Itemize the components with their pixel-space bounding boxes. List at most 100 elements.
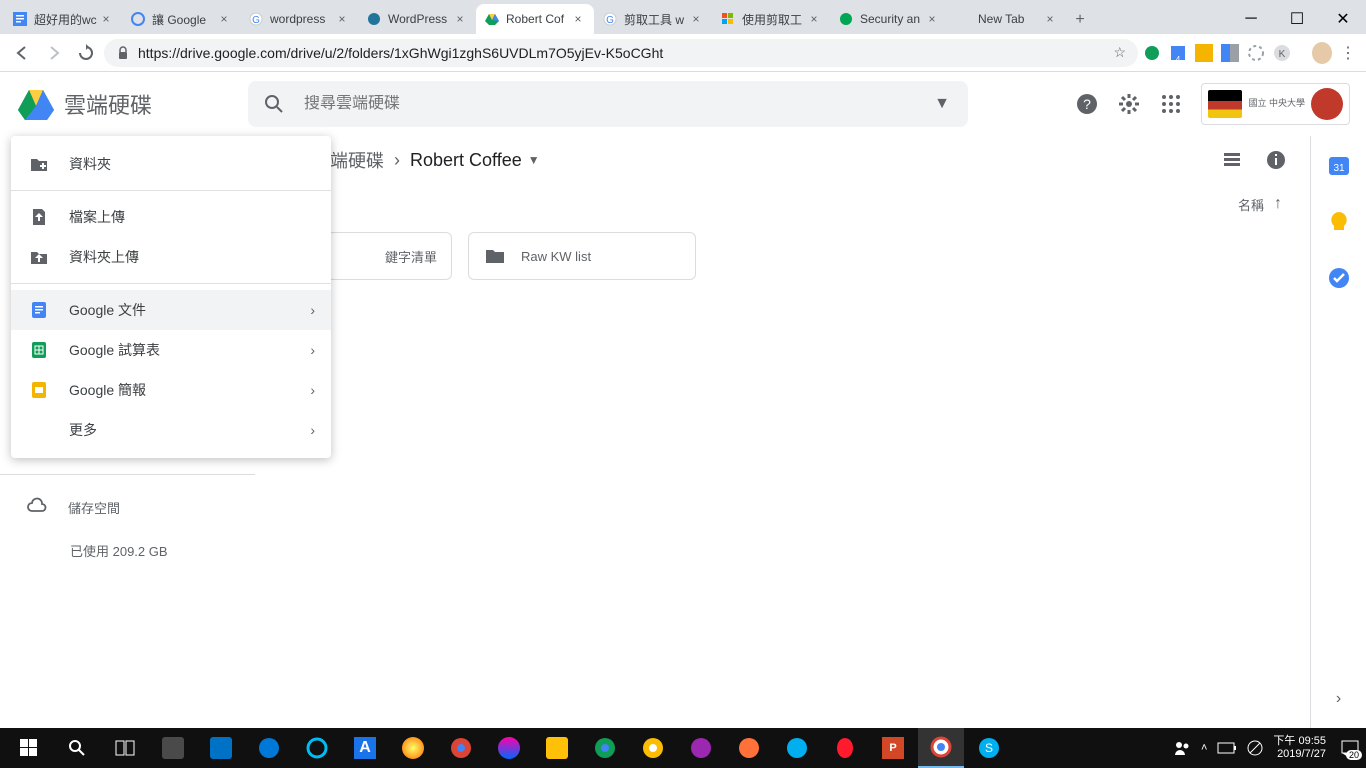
taskbar-app-skype[interactable]: [774, 728, 820, 768]
column-header-name[interactable]: 名稱: [1238, 195, 1264, 214]
menu-label: Google 文件: [69, 300, 146, 320]
drive-logo[interactable]: 雲端硬碟: [16, 84, 152, 124]
extension-icon[interactable]: 4: [1168, 43, 1188, 63]
organization-chip[interactable]: 國立 中央大學: [1201, 83, 1350, 125]
notifications-button[interactable]: 20: [1340, 738, 1360, 758]
google-icon: G: [248, 11, 264, 27]
menu-new-folder[interactable]: 資料夾: [11, 144, 331, 184]
taskbar-app-skype[interactable]: S: [966, 728, 1012, 768]
star-icon[interactable]: ☆: [1113, 44, 1126, 61]
taskbar-clock[interactable]: 下午 09:55 2019/7/27: [1273, 735, 1330, 761]
menu-label: 資料夾: [69, 154, 111, 174]
taskbar-app[interactable]: [534, 728, 580, 768]
search-button[interactable]: [54, 728, 100, 768]
tasks-icon[interactable]: [1327, 266, 1351, 290]
menu-file-upload[interactable]: 檔案上傳: [11, 197, 331, 237]
info-button[interactable]: [1266, 150, 1286, 170]
menu-google-slides[interactable]: Google 簡報 ›: [11, 370, 331, 410]
keep-icon[interactable]: [1327, 210, 1351, 234]
taskbar-app[interactable]: [486, 728, 532, 768]
search-input[interactable]: [304, 95, 930, 113]
close-icon[interactable]: ×: [688, 11, 704, 27]
tab-6[interactable]: 使用剪取工 ×: [712, 4, 830, 34]
tab-5[interactable]: G 剪取工具 w ×: [594, 4, 712, 34]
close-icon[interactable]: ×: [452, 11, 468, 27]
tab-title: wordpress: [270, 12, 334, 26]
folder-icon: [483, 244, 507, 268]
new-tab-button[interactable]: +: [1066, 6, 1094, 34]
extension-icon[interactable]: [1142, 43, 1162, 63]
people-icon[interactable]: [1173, 739, 1191, 757]
apps-button[interactable]: [1159, 92, 1183, 116]
tray-stop-icon[interactable]: [1247, 740, 1263, 756]
task-view-button[interactable]: [102, 728, 148, 768]
taskbar-app-chrome-active[interactable]: [918, 728, 964, 768]
tab-8[interactable]: New Tab ×: [948, 4, 1066, 34]
tab-4-active[interactable]: Robert Cof ×: [476, 4, 594, 34]
chevron-right-icon: ›: [394, 150, 400, 171]
taskbar-app[interactable]: A: [342, 728, 388, 768]
menu-google-sheets[interactable]: Google 試算表 ›: [11, 330, 331, 370]
close-icon[interactable]: ×: [98, 11, 114, 27]
taskbar-app-canary[interactable]: [630, 728, 676, 768]
reload-button[interactable]: [72, 39, 100, 67]
breadcrumb-parent[interactable]: 端硬碟: [330, 147, 384, 173]
tab-0[interactable]: 超好用的wc ×: [4, 4, 122, 34]
menu-icon[interactable]: ⋮: [1338, 43, 1358, 63]
account-avatar[interactable]: [1311, 88, 1343, 120]
back-button[interactable]: [8, 39, 36, 67]
taskbar-app[interactable]: [678, 728, 724, 768]
avatar-icon[interactable]: [1312, 43, 1332, 63]
search-bar[interactable]: ▼: [248, 81, 968, 127]
translate-icon[interactable]: [1220, 43, 1240, 63]
close-icon[interactable]: ×: [924, 11, 940, 27]
calendar-icon[interactable]: 31: [1327, 154, 1351, 178]
sidebar-item-storage[interactable]: 儲存空間: [0, 487, 255, 527]
close-window-button[interactable]: ✕: [1320, 4, 1366, 34]
tab-2[interactable]: G wordpress ×: [240, 4, 358, 34]
close-icon[interactable]: ×: [806, 11, 822, 27]
tab-3[interactable]: WordPress ×: [358, 4, 476, 34]
taskbar-app-ie[interactable]: [294, 728, 340, 768]
menu-google-docs[interactable]: Google 文件 ›: [11, 290, 331, 330]
maximize-button[interactable]: ☐: [1274, 4, 1320, 34]
taskbar-app-chrome[interactable]: [438, 728, 484, 768]
help-button[interactable]: ?: [1075, 92, 1099, 116]
tab-1[interactable]: 讓 Google ×: [122, 4, 240, 34]
profile-icon[interactable]: K: [1272, 43, 1292, 63]
taskbar-app-opera[interactable]: [822, 728, 868, 768]
menu-folder-upload[interactable]: 資料夾上傳: [11, 237, 331, 277]
tab-title: Robert Cof: [506, 12, 570, 26]
start-button[interactable]: [6, 728, 52, 768]
breadcrumb-current[interactable]: Robert Coffee ▼: [410, 150, 540, 171]
svg-text:G: G: [252, 15, 260, 26]
taskbar-app[interactable]: [150, 728, 196, 768]
extension-icon[interactable]: [1194, 43, 1214, 63]
menu-more[interactable]: 更多 ›: [11, 410, 331, 450]
tray-battery-icon[interactable]: [1217, 742, 1237, 754]
taskbar-app-paint[interactable]: [390, 728, 436, 768]
search-options-dropdown[interactable]: ▼: [930, 95, 954, 113]
taskbar-app-edge[interactable]: [246, 728, 292, 768]
omnibox[interactable]: https://drive.google.com/drive/u/2/folde…: [104, 39, 1138, 67]
close-icon[interactable]: ×: [334, 11, 350, 27]
tray-chevron-icon[interactable]: ˄: [1201, 742, 1207, 754]
extension-icon[interactable]: [1246, 43, 1266, 63]
taskbar-app-outlook[interactable]: [198, 728, 244, 768]
taskbar-app-firefox[interactable]: [726, 728, 772, 768]
folder-item[interactable]: Raw KW list: [468, 232, 696, 280]
tab-title: 超好用的wc: [34, 11, 98, 28]
sort-asc-icon[interactable]: ↑: [1274, 195, 1282, 213]
taskbar-app-chrome[interactable]: [582, 728, 628, 768]
forward-button[interactable]: [40, 39, 68, 67]
list-view-button[interactable]: [1222, 150, 1242, 170]
close-icon[interactable]: ×: [570, 11, 586, 27]
settings-button[interactable]: [1117, 92, 1141, 116]
microsoft-icon: [720, 11, 736, 27]
tab-7[interactable]: Security an ×: [830, 4, 948, 34]
close-icon[interactable]: ×: [216, 11, 232, 27]
taskbar-app-powerpoint[interactable]: P: [870, 728, 916, 768]
close-icon[interactable]: ×: [1042, 11, 1058, 27]
side-panel-toggle[interactable]: ›: [1336, 690, 1341, 708]
minimize-button[interactable]: ─: [1228, 4, 1274, 34]
